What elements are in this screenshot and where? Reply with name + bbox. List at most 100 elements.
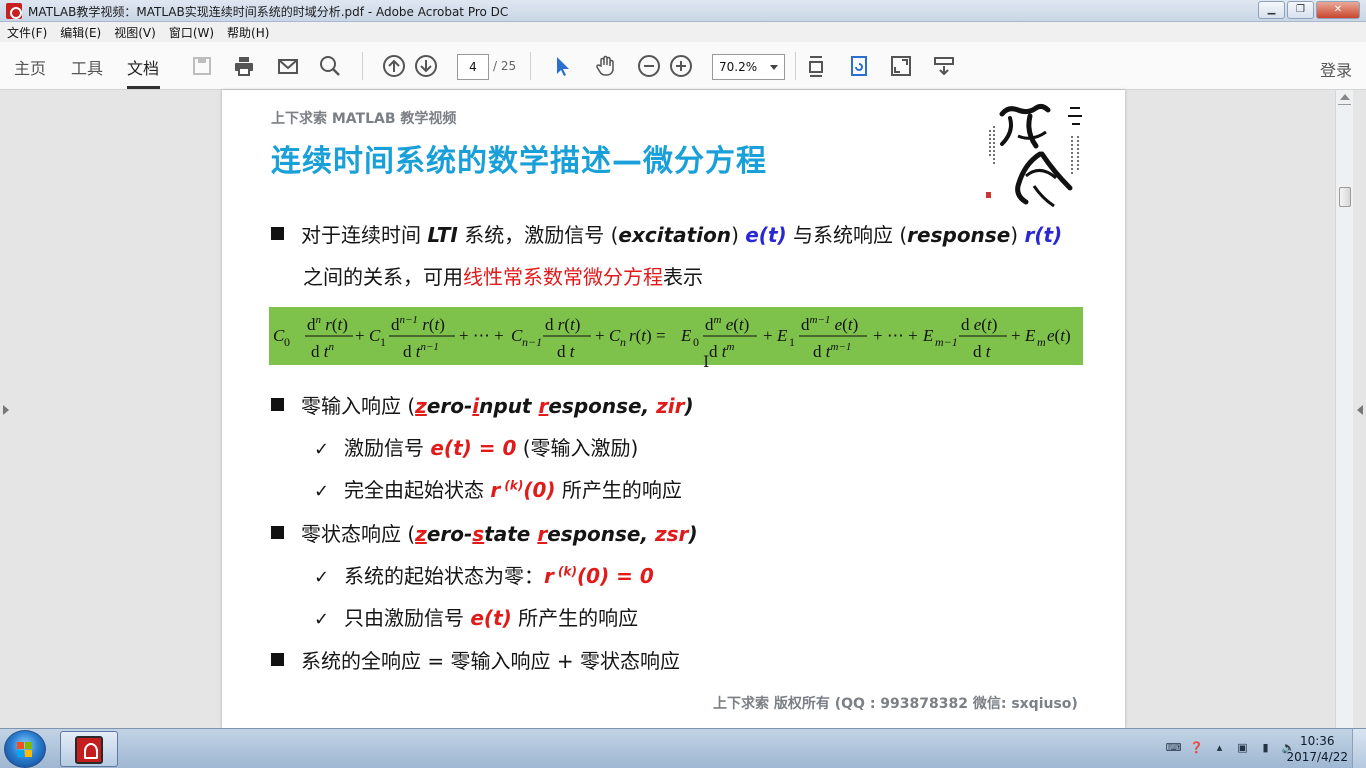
tab-tools[interactable]: 工具 [71,55,103,79]
svg-text:+ ⋯ +: + ⋯ + [459,326,504,345]
page-number-input[interactable]: 4 [457,54,489,80]
svg-text:+: + [763,326,773,345]
select-cursor-icon[interactable] [550,53,576,79]
svg-text:m: m [1037,335,1046,349]
save-icon[interactable] [189,53,215,79]
text: 表示 [663,265,703,289]
previous-page-icon[interactable] [381,53,407,79]
start-button[interactable] [4,730,46,768]
bullet-zero-state-response: 零状态响应 (zero-state response, zsr) [271,518,698,547]
svg-text:E: E [922,326,934,345]
bullet-square [271,398,284,411]
right-panel-toggle-icon[interactable] [1357,405,1363,415]
text-highlight: e(t) [470,606,512,630]
text-underline: z [415,394,427,418]
help-icon[interactable]: ❓ [1189,740,1204,755]
hand-tool-icon[interactable] [593,53,619,79]
mail-icon[interactable] [275,53,301,79]
svg-text:d tn−1: d tn−1 [403,341,439,361]
svg-text:r(t) =: r(t) = [629,326,666,345]
text: 零输入响应 ( [301,394,416,418]
zoom-select[interactable]: 70.2% [712,54,785,80]
svg-text:0: 0 [693,335,699,349]
scroll-up-icon[interactable] [1340,94,1350,100]
acrobat-icon [6,3,22,19]
bullet-lti-intro-line2: 之间的关系，可用线性常系数常微分方程表示 [303,261,703,290]
restore-button[interactable]: ❐ [1287,1,1314,19]
svg-text:+: + [1011,326,1021,345]
menu-view[interactable]: 视图(V) [114,24,156,41]
text-highlight: e(t) = 0 [430,436,517,460]
bullet-zero-input-response: 零输入响应 (zero-input response, zir) [271,390,694,419]
network-icon[interactable]: ▮ [1258,740,1273,755]
text-cursor-icon: I [703,352,710,371]
text-abbr: zsr [655,522,689,546]
system-tray: ⌨ ❓ ▴ ▣ ▮ 🔈 [1166,740,1296,755]
document-area: 上下求索 MATLAB 教学视频 连续时间系统的数学描述—微分方程 对于连续时间… [0,90,1366,728]
title-bar: MATLAB教学视频：MATLAB实现连续时间系统的时域分析.pdf - Ado… [0,0,1366,22]
text-highlight: 线性常系数常微分方程 [463,265,663,289]
differential-equation: C0 dn r(t) d tn + C1 dn−1 r(t) d tn−1 + … [269,307,1083,365]
vertical-scrollbar[interactable] [1335,90,1353,728]
chevron-down-icon [770,65,778,70]
text-underline: s [472,522,485,546]
checkmark-icon: ✓ [314,567,330,588]
fullscreen-icon[interactable] [888,53,914,79]
tray-expand-icon[interactable]: ▴ [1212,740,1227,755]
active-tab-indicator [127,86,160,89]
checkmark-icon: ✓ [314,439,330,460]
device-icon[interactable]: ▣ [1235,740,1250,755]
text-abbr: zir [656,394,685,418]
text: 所产生的响应 [511,606,639,630]
bullet-full-response: 系统的全响应 = 零输入响应 + 零状态响应 [271,645,680,674]
taskbar-acrobat-button[interactable] [60,731,118,767]
rotate-page-icon[interactable] [846,53,872,79]
text: ) [1010,223,1025,247]
menu-file[interactable]: 文件(F) [7,24,47,41]
print-icon[interactable] [231,53,257,79]
text: 之间的关系，可用 [303,265,463,289]
scroll-thumb[interactable] [1339,187,1351,207]
svg-text:d tm−1: d tm−1 [813,341,851,361]
close-button[interactable]: ✕ [1316,1,1360,19]
system-clock[interactable]: 10:36 2017/4/22 [1286,733,1348,765]
search-icon[interactable] [317,53,343,79]
read-mode-icon[interactable] [931,53,957,79]
next-page-icon[interactable] [413,53,439,79]
zoom-in-icon[interactable] [668,53,694,79]
minimize-button[interactable]: ▁ [1258,1,1285,19]
text-highlight: r [544,564,554,588]
menu-help[interactable]: 帮助(H) [227,24,269,41]
check-excitation-only: ✓ 只由激励信号 e(t) 所产生的响应 [314,602,638,631]
text: 系统，激励信号 ( [457,223,619,247]
svg-text:dm−1 e(t): dm−1 e(t) [801,314,858,334]
separator [795,52,796,80]
left-panel-toggle-icon[interactable] [3,405,9,415]
keyboard-icon[interactable]: ⌨ [1166,740,1182,755]
svg-text:d e(t): d e(t) [961,315,997,334]
svg-text:+: + [355,326,365,345]
checkmark-icon: ✓ [314,481,330,502]
text: tate [484,522,538,546]
svg-text:1: 1 [380,335,386,349]
login-button[interactable]: 登录 [1320,57,1352,81]
text: ) [688,522,698,546]
show-desktop-button[interactable] [1352,729,1366,768]
svg-text:E: E [1024,326,1036,345]
text: 系统的全响应 = 零输入响应 + 零状态响应 [301,649,680,673]
svg-text:dm e(t): dm e(t) [705,314,749,334]
tab-home[interactable]: 主页 [14,55,46,79]
text: 所产生的响应 [555,478,682,502]
bullet-lti-intro: 对于连续时间 LTI 系统，激励信号 (excitation) e(t) 与系统… [271,219,1062,248]
text: 系统的起始状态为零： [344,564,544,588]
tab-document[interactable]: 文档 [127,55,159,79]
menu-window[interactable]: 窗口(W) [169,24,214,41]
zoom-out-icon[interactable] [636,53,662,79]
page-scroll-icon[interactable] [803,53,829,79]
text: (零输入激励) [516,436,639,460]
text-rt: r(t) [1024,223,1063,247]
text: ) [731,223,746,247]
menu-edit[interactable]: 编辑(E) [60,24,101,41]
separator [362,52,363,80]
svg-text:1: 1 [789,335,795,349]
